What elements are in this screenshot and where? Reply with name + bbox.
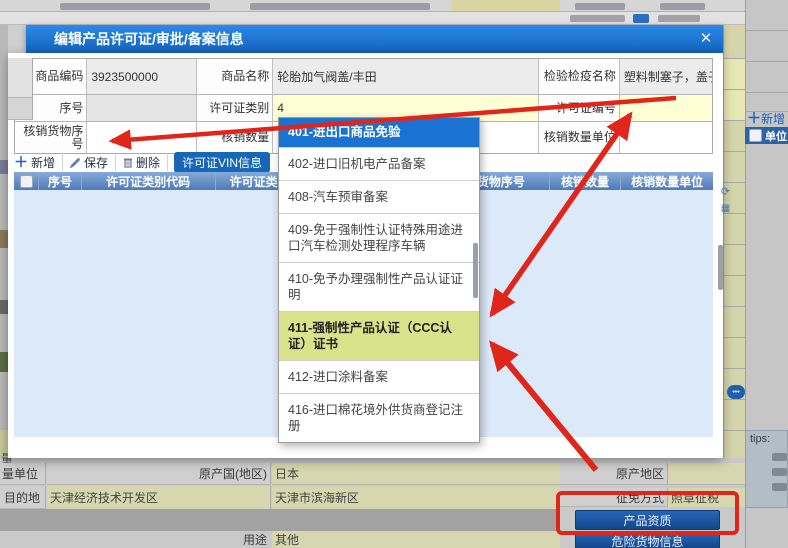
background-patch	[8, 58, 33, 98]
text-smudge	[60, 3, 210, 10]
dropdown-item-label: 412-进口涂料备案	[288, 370, 389, 384]
destination-value-2[interactable]: 天津市滨海新区	[272, 486, 560, 509]
tax-mode-value[interactable]: 照章征税	[668, 488, 745, 507]
add-button-label: 新增	[31, 155, 56, 170]
text-smudge	[660, 3, 705, 10]
writeoff-qty-unit-input[interactable]	[619, 122, 712, 153]
dropdown-item-409[interactable]: 409-免于强制性认证特殊用途进口汽车检测处理程序车辆	[279, 214, 479, 263]
goods-name-label: 商品名称	[197, 59, 274, 94]
dropdown-item-label: 410-免予办理强制性产品认证证明	[288, 272, 464, 302]
text-smudge	[0, 352, 8, 372]
dropdown-item-401[interactable]: 401-进出口商品免验	[279, 118, 479, 148]
col-serial-no[interactable]: 序号	[39, 172, 82, 190]
dropdown-item-label: 411-强制性产品认证（CCC认证）证书	[288, 321, 452, 351]
license-category-label: 许可证类别	[197, 95, 274, 121]
save-button[interactable]: 保存	[63, 153, 117, 171]
dangerous-goods-button[interactable]: 危险货物信息	[575, 533, 720, 548]
trash-icon	[124, 158, 133, 168]
add-button[interactable]: ＋ 新增	[14, 153, 64, 171]
background-grid-header: 单位	[745, 127, 788, 144]
text-smudge	[250, 3, 430, 10]
grid-icon[interactable]: ▦	[719, 202, 732, 215]
ellipsis-icon: •••	[727, 385, 745, 399]
license-category-dropdown: 401-进出口商品免验 402-进口旧机电产品备案 408-汽车预审备案 409…	[278, 117, 480, 443]
dropdown-item-410[interactable]: 410-免予办理强制性产品认证证明	[279, 263, 479, 312]
dropdown-item-label: 409-免于强制性认证特殊用途进口汽车检测处理程序车辆	[288, 223, 464, 253]
checkbox-icon[interactable]	[749, 129, 762, 142]
background-bottom-panel: 量 量单位 原产国(地区) 日本 原产地区 目的地 天津经济技术开发区 天津市滨…	[0, 452, 745, 548]
dropdown-item-408[interactable]: 408-汽车预审备案	[279, 181, 479, 214]
qty-unit-label: 量单位	[0, 463, 46, 485]
modal-title: 编辑产品许可证/审批/备案信息	[54, 31, 244, 47]
text-smudge	[0, 160, 8, 174]
tax-mode-label: 征免方式	[560, 488, 668, 507]
origin-area-label: 原产地区	[560, 463, 668, 485]
goods-name-value: 轮胎加气阀盖/丰田	[273, 59, 540, 94]
screenshot-root: ⟳ ▦ ••• ＋新增 单位 tips: 量 量单位 原产国(地区) 日本 原产…	[0, 0, 788, 548]
modal-title-bar[interactable]: 编辑产品许可证/审批/备案信息 ✕	[26, 25, 723, 53]
delete-button-label: 删除	[136, 155, 161, 170]
destination-label: 目的地	[0, 486, 46, 509]
checkbox-icon[interactable]	[19, 174, 33, 188]
form-row: 商品编码 3923500000 商品名称 轮胎加气阀盖/丰田 检验检疫名称 塑料…	[15, 59, 712, 95]
col-writeoff-qty-unit[interactable]: 核销数量单位	[621, 172, 713, 190]
product-qualification-button[interactable]: 产品资质	[575, 510, 720, 530]
license-no-label: 许可证编号	[539, 95, 620, 121]
tips-panel: tips:	[745, 430, 788, 508]
text-smudge	[575, 3, 625, 10]
inspection-name-label: 检验检疫名称	[539, 59, 620, 94]
text-smudge	[570, 15, 625, 22]
license-no-input[interactable]	[619, 95, 712, 121]
ellipsis-button[interactable]: •••	[727, 385, 745, 399]
origin-area-value[interactable]	[668, 463, 745, 485]
writeoff-goods-no-label: 核销货物序号	[15, 122, 88, 153]
dropdown-item-402[interactable]: 402-进口旧机电产品备案	[279, 148, 479, 181]
divider-band	[0, 509, 560, 531]
text-smudge	[658, 15, 700, 22]
writeoff-qty-unit-label: 核销数量单位	[539, 122, 620, 153]
license-vin-info-button[interactable]: 许可证VIN信息	[174, 151, 271, 173]
plus-icon: ＋	[747, 110, 761, 126]
col-license-category-code[interactable]: 许可证类别代码	[82, 172, 216, 190]
dropdown-item-416[interactable]: 416-进口棉花境外供货商登记注册	[279, 394, 479, 442]
usage-value[interactable]: 其他	[272, 531, 560, 548]
save-button-label: 保存	[84, 155, 109, 170]
inspection-name-value: 塑料制塞子，盖子及	[619, 59, 712, 94]
refresh-icon[interactable]: ⟳	[719, 186, 732, 199]
dropdown-item-label: 408-汽车预审备案	[288, 190, 389, 204]
usage-label: 用途	[242, 533, 267, 547]
scrollbar-thumb[interactable]	[718, 245, 723, 290]
select-all-cell	[14, 172, 40, 190]
origin-country-value[interactable]: 日本	[272, 463, 560, 485]
dropdown-item-label: 401-进出口商品免验	[288, 125, 401, 139]
checkbox-icon[interactable]	[633, 14, 649, 23]
dropdown-item-label: 416-进口棉花境外供货商登记注册	[288, 403, 464, 433]
destination-value-1[interactable]: 天津经济技术开发区	[47, 486, 271, 509]
text-smudge	[0, 230, 8, 248]
dropdown-item-411[interactable]: 411-强制性产品认证（CCC认证）证书	[279, 312, 479, 361]
close-icon[interactable]: ✕	[697, 30, 715, 48]
col-writeoff-qty[interactable]: 核销数量	[550, 172, 622, 190]
background-patch	[8, 98, 33, 120]
tips-label: tips:	[750, 433, 771, 445]
origin-country-label: 原产国(地区)	[47, 463, 271, 485]
background-add-button[interactable]: ＋新增	[747, 110, 788, 127]
dropdown-item-412[interactable]: 412-进口涂料备案	[279, 361, 479, 394]
pencil-icon	[70, 157, 81, 168]
writeoff-qty-label: 核销数量	[197, 122, 274, 153]
writeoff-goods-no-input[interactable]	[87, 122, 198, 153]
background-tan-cell	[452, 0, 560, 11]
delete-button[interactable]: 删除	[116, 153, 169, 171]
scrollbar-thumb[interactable]	[473, 243, 478, 298]
text-smudge	[0, 300, 8, 314]
goods-code-value: 3923500000	[87, 59, 198, 94]
serial-no-value	[87, 95, 198, 121]
dropdown-item-label: 402-进口旧机电产品备案	[288, 157, 426, 171]
plus-icon: ＋	[14, 154, 28, 170]
